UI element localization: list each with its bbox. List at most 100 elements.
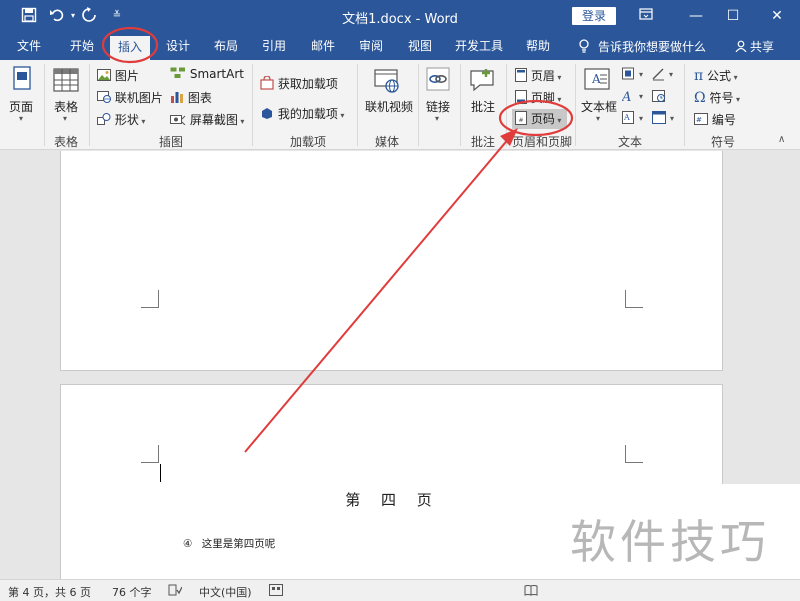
close-icon[interactable]: ✕ (766, 5, 788, 27)
margin-corner-top-left (141, 445, 159, 463)
picture-icon (97, 69, 111, 81)
textbox-dropdown-icon[interactable]: ▾ (596, 114, 600, 123)
person-icon (735, 40, 747, 53)
equation-button[interactable]: π 公式 ▾ (694, 67, 738, 84)
comment-icon (470, 69, 494, 92)
footer-icon (515, 90, 527, 104)
minimize-icon[interactable]: — (685, 5, 707, 27)
online-picture-label: 联机图片 (114, 91, 163, 105)
numbering-icon: # (694, 113, 708, 125)
group-label-comments: 批注 (471, 135, 496, 149)
online-picture-icon (97, 91, 111, 103)
tab-insert[interactable]: 插入 (110, 36, 151, 60)
pages-button[interactable] (10, 66, 34, 95)
svg-text:▾: ▾ (639, 114, 643, 123)
paragraph-number-marker: ④ (183, 538, 193, 550)
date-time-button[interactable] (652, 89, 666, 106)
header-icon (515, 68, 527, 82)
screenshot-button[interactable]: 屏幕截图 ▾ (170, 111, 244, 128)
tab-review[interactable]: 审阅 (359, 38, 383, 54)
macro-record-icon[interactable] (269, 584, 283, 599)
object-button[interactable]: ▾ (652, 111, 678, 128)
tab-design[interactable]: 设计 (166, 38, 190, 54)
numbering-button[interactable]: # 编号 (694, 111, 736, 128)
comment-button[interactable] (468, 67, 496, 96)
pages-dropdown-icon[interactable]: ▾ (19, 114, 23, 123)
proofing-icon[interactable] (168, 584, 183, 599)
footer-label: 页脚 (530, 91, 555, 105)
tell-me-search[interactable]: 告诉我你想要做什么 (578, 38, 706, 55)
status-bar: 第 4 页，共 6 页 76 个字 中文(中国) (0, 579, 800, 601)
text-cursor (160, 464, 161, 482)
smartart-button[interactable]: SmartArt (170, 67, 244, 81)
tab-layout[interactable]: 布局 (214, 38, 238, 54)
equation-label: 公式 (707, 69, 732, 83)
svg-text:▾: ▾ (639, 70, 643, 79)
tab-references[interactable]: 引用 (262, 38, 286, 54)
page-three[interactable] (60, 151, 723, 371)
quick-parts-button[interactable]: ▾ (622, 67, 648, 84)
watermark-text: 软件技巧 (570, 515, 770, 569)
wordart-button[interactable]: A ▾ (621, 89, 648, 106)
word-count-status[interactable]: 76 个字 (112, 584, 152, 600)
wordart-icon: A ▾ (621, 90, 643, 105)
drop-cap-icon: A ▾ (622, 111, 643, 124)
language-status[interactable]: 中文(中国) (199, 584, 252, 600)
my-addins-label: 我的加载项 (277, 107, 338, 121)
table-dropdown-icon[interactable]: ▾ (63, 114, 67, 123)
ribbon-display-options-icon[interactable] (635, 5, 657, 27)
tab-view[interactable]: 视图 (408, 38, 432, 54)
shapes-icon (97, 113, 111, 125)
svg-text:▾: ▾ (639, 92, 643, 101)
smartart-label: SmartArt (189, 67, 244, 81)
online-video-icon (374, 69, 399, 93)
ribbon-panel: 页面 ▾ 表格 ▾ 表格 图片 联机图片 形状 ▾ SmartArt 图表 屏幕… (0, 60, 800, 150)
tell-me-text: 告诉我你想要做什么 (598, 40, 707, 54)
tab-developer[interactable]: 开发工具 (455, 38, 503, 54)
drop-cap-button[interactable]: A ▾ (622, 111, 648, 128)
shapes-button[interactable]: 形状 ▾ (97, 111, 145, 128)
tab-mailings[interactable]: 邮件 (311, 38, 335, 54)
table-button[interactable] (53, 68, 79, 95)
svg-text:#: # (696, 116, 702, 124)
tab-help[interactable]: 帮助 (526, 38, 550, 54)
picture-button[interactable]: 图片 (97, 67, 139, 84)
share-button[interactable]: 共享 (735, 38, 774, 55)
svg-text:▾: ▾ (669, 70, 673, 79)
pages-label: 页面 (9, 100, 34, 114)
signature-line-icon: ▾ (652, 68, 673, 81)
link-button[interactable] (426, 67, 450, 96)
link-label: 链接 (426, 100, 451, 114)
maximize-icon[interactable]: ☐ (722, 5, 744, 27)
page-number-label: 页码 (530, 112, 555, 126)
svg-text:A: A (622, 90, 631, 103)
header-button[interactable]: 页眉 ▾ (515, 67, 561, 84)
online-video-button[interactable] (373, 68, 401, 97)
textbox-button[interactable]: A (583, 67, 611, 96)
signature-line-button[interactable]: ▾ (652, 67, 678, 84)
link-dropdown-icon[interactable]: ▾ (435, 114, 439, 123)
login-button[interactable]: 登录 (572, 7, 616, 25)
textbox-label: 文本框 (581, 100, 618, 114)
collapse-ribbon-icon[interactable]: ∧ (778, 134, 785, 145)
footer-button[interactable]: 页脚 ▾ (515, 89, 561, 106)
textbox-icon: A (584, 68, 610, 90)
svg-text:▾: ▾ (670, 114, 674, 123)
object-icon: ▾ (652, 111, 674, 124)
symbol-label: 符号 (709, 91, 734, 105)
tab-file[interactable]: 文件 (17, 38, 41, 54)
tab-home[interactable]: 开始 (70, 38, 94, 54)
online-picture-button[interactable]: 联机图片 (97, 89, 163, 106)
symbol-button[interactable]: Ω 符号 ▾ (694, 89, 740, 106)
read-mode-icon[interactable] (524, 584, 538, 599)
group-label-text: 文本 (618, 135, 643, 149)
svg-text:A: A (623, 113, 630, 122)
page-number-button[interactable]: # 页码 ▾ (512, 109, 568, 129)
screenshot-label: 屏幕截图 (189, 113, 238, 127)
page-count-status[interactable]: 第 4 页，共 6 页 (8, 584, 91, 600)
chart-button[interactable]: 图表 (170, 89, 212, 106)
my-addins-button[interactable]: 我的加载项 ▾ (260, 105, 344, 122)
header-label: 页眉 (530, 69, 555, 83)
window-title: 文档1.docx - Word (342, 12, 458, 27)
get-addins-button[interactable]: 获取加载项 (260, 75, 338, 92)
